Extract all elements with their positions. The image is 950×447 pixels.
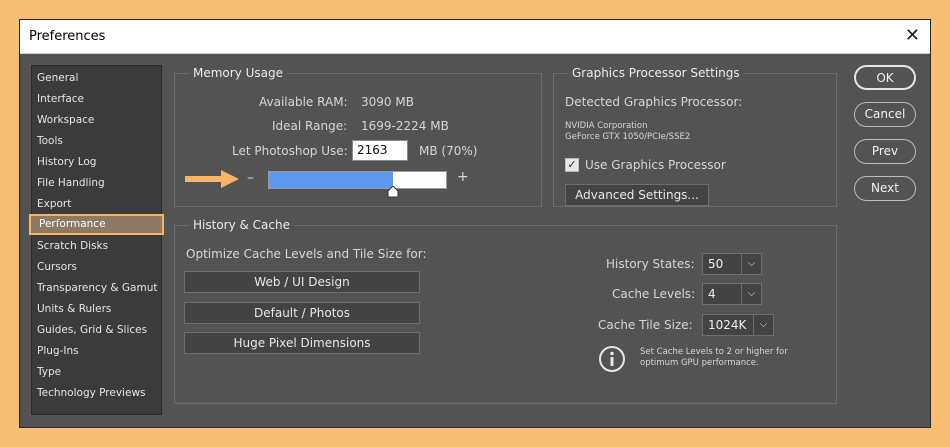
- gpu-model: GeForce GTX 1050/PCIe/SSE2: [565, 132, 691, 142]
- sidebar-item-scratch-disks[interactable]: Scratch Disks: [37, 240, 108, 252]
- sidebar-item-type[interactable]: Type: [37, 366, 61, 378]
- cache-tile-size-label: Cache Tile Size:: [598, 318, 693, 332]
- web-ui-design-button[interactable]: Web / UI Design: [184, 271, 420, 293]
- detected-gpu-label: Detected Graphics Processor:: [565, 95, 743, 109]
- dialog-title: Preferences: [29, 29, 106, 44]
- gpu-vendor: NVIDIA Corporation: [565, 121, 648, 131]
- default-photos-button[interactable]: Default / Photos: [184, 302, 420, 324]
- sidebar-item-technology-previews[interactable]: Technology Previews: [37, 387, 146, 399]
- optimize-cache-label: Optimize Cache Levels and Tile Size for:: [186, 247, 427, 261]
- huge-pixel-dimensions-button[interactable]: Huge Pixel Dimensions: [184, 332, 420, 354]
- decrease-memory-button[interactable]: –: [247, 170, 254, 186]
- sidebar-item-file-handling[interactable]: File Handling: [37, 177, 105, 189]
- title-bar: Preferences ✕: [20, 20, 930, 54]
- memory-usage-legend: Memory Usage: [193, 66, 284, 80]
- memory-amount-input[interactable]: 2163: [352, 140, 408, 161]
- sidebar-item-plug-ins[interactable]: Plug-Ins: [37, 345, 79, 357]
- sidebar-item-tools[interactable]: Tools: [37, 135, 63, 147]
- available-ram-label: Available RAM:: [259, 95, 348, 109]
- cache-levels-label: Cache Levels:: [612, 287, 696, 301]
- history-cache-group: History & Cache Optimize Cache Levels an…: [174, 218, 837, 404]
- sidebar-item-performance[interactable]: Performance: [29, 214, 164, 235]
- preferences-sidebar: General Interface Workspace Tools Histor…: [29, 65, 164, 415]
- memory-usage-group: Memory Usage Available RAM: 3090 MB Idea…: [174, 66, 542, 207]
- graphics-processor-group: Graphics Processor Settings Detected Gra…: [553, 66, 837, 207]
- cache-levels-select[interactable]: 4 ⌵: [702, 283, 762, 305]
- chevron-down-icon: ⌵: [753, 315, 773, 335]
- sidebar-item-interface[interactable]: Interface: [37, 93, 84, 105]
- sidebar-item-export[interactable]: Export: [37, 198, 71, 210]
- cache-tile-size-select[interactable]: 1024K ⌵: [702, 314, 774, 336]
- ideal-range-label: Ideal Range:: [272, 119, 348, 133]
- memory-slider-handle[interactable]: [387, 186, 399, 198]
- arrow-annotation-icon: [185, 170, 239, 188]
- sidebar-item-transparency-gamut[interactable]: Transparency & Gamut: [37, 282, 157, 294]
- sidebar-item-workspace[interactable]: Workspace: [37, 114, 94, 126]
- cache-tile-size-value: 1024K: [708, 318, 747, 332]
- graphics-processor-legend: Graphics Processor Settings: [572, 66, 740, 80]
- sidebar-item-general[interactable]: General: [37, 72, 78, 84]
- close-icon[interactable]: ✕: [905, 25, 920, 46]
- let-photoshop-use-label: Let Photoshop Use:: [232, 144, 348, 158]
- sidebar-item-guides-grid-slices[interactable]: Guides, Grid & Slices: [37, 324, 147, 336]
- cache-levels-value: 4: [708, 287, 716, 301]
- use-gpu-checkbox[interactable]: ✓: [565, 158, 579, 172]
- info-text-line-1: Set Cache Levels to 2 or higher for: [640, 347, 788, 357]
- increase-memory-button[interactable]: +: [457, 169, 469, 185]
- advanced-settings-button[interactable]: Advanced Settings...: [565, 184, 709, 206]
- history-states-label: History States:: [606, 257, 695, 271]
- info-icon: [599, 346, 625, 372]
- history-states-value: 50: [708, 257, 724, 271]
- prev-button[interactable]: Prev: [854, 139, 916, 164]
- sidebar-item-history-log[interactable]: History Log: [37, 156, 96, 168]
- history-cache-legend: History & Cache: [193, 218, 290, 232]
- preferences-dialog: Preferences ✕ General Interface Workspac…: [19, 19, 931, 428]
- ideal-range-value: 1699-2224 MB: [361, 119, 449, 133]
- info-text-line-2: optimum GPU performance.: [640, 358, 759, 368]
- chevron-down-icon: ⌵: [741, 254, 761, 274]
- chevron-down-icon: ⌵: [741, 284, 761, 304]
- cancel-button[interactable]: Cancel: [854, 102, 916, 127]
- ok-button[interactable]: OK: [854, 65, 916, 90]
- memory-slider-track[interactable]: [268, 171, 447, 198]
- available-ram-value: 3090 MB: [361, 95, 414, 109]
- sidebar-item-cursors[interactable]: Cursors: [37, 261, 77, 273]
- sidebar-item-units-rulers[interactable]: Units & Rulers: [37, 303, 111, 315]
- memory-percent-label: MB (70%): [419, 144, 478, 158]
- history-states-select[interactable]: 50 ⌵: [702, 253, 762, 275]
- use-gpu-label: Use Graphics Processor: [585, 158, 726, 172]
- next-button[interactable]: Next: [854, 176, 916, 201]
- memory-slider-fill: [269, 172, 393, 188]
